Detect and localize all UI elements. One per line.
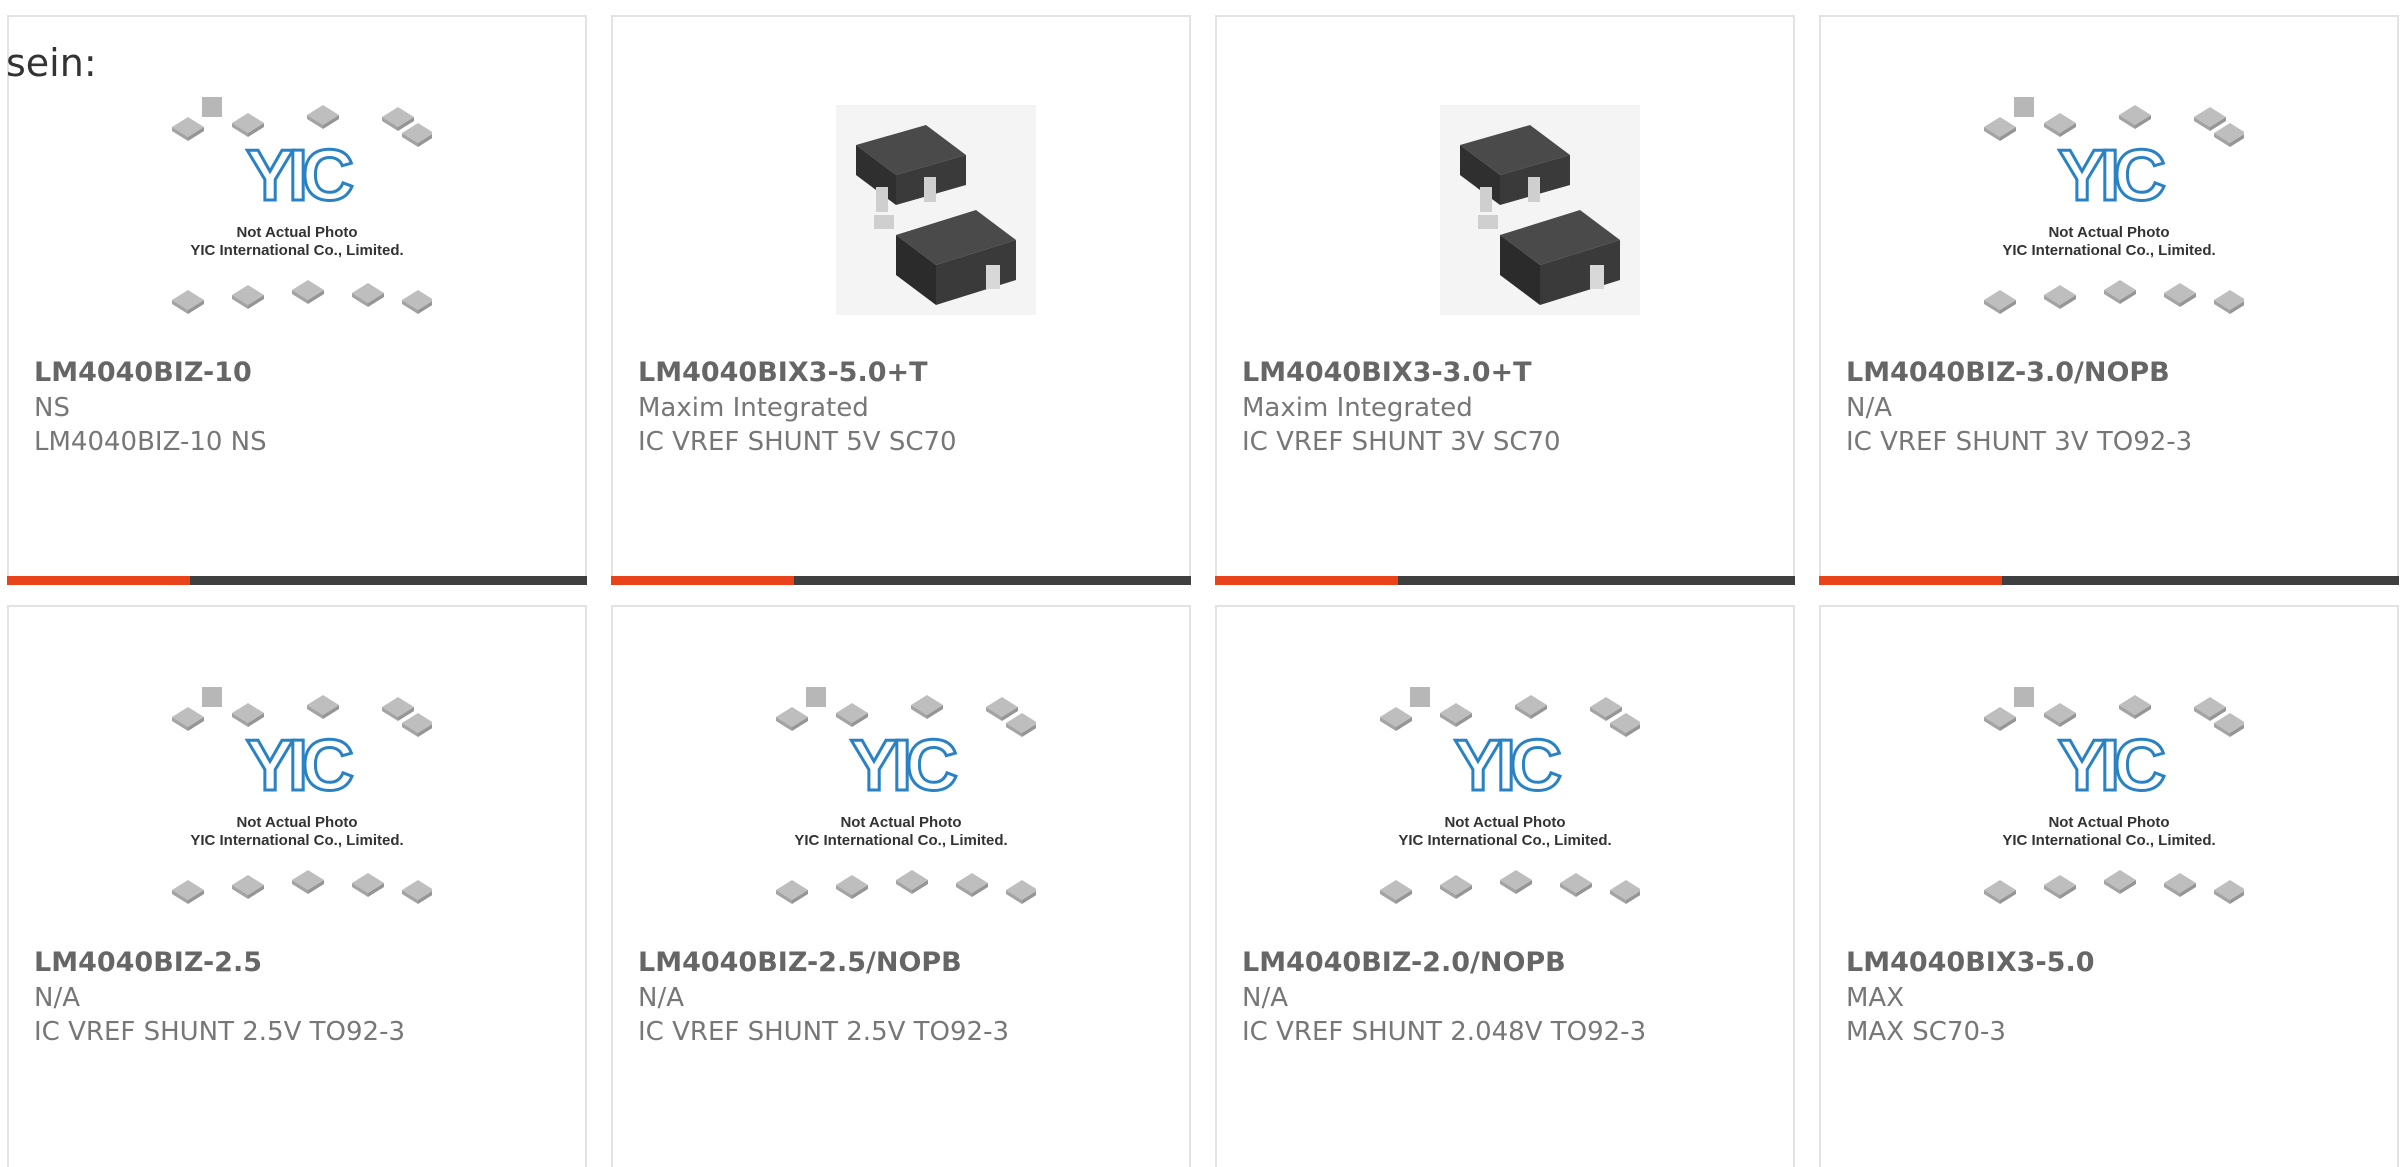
yic-placeholder-image: YIC Not Actual Photo YIC International C… [1974, 95, 2244, 325]
product-card[interactable]: YIC Not Actual Photo YIC International C… [611, 605, 1191, 1167]
yic-placeholder-image: YIC Not Actual Photo YIC International C… [1370, 685, 1640, 915]
svg-text:Not Actual Photo: Not Actual Photo [236, 814, 357, 831]
svg-text:Not Actual Photo: Not Actual Photo [1444, 814, 1565, 831]
part-number[interactable]: LM4040BIZ-2.5/NOPB [638, 947, 962, 979]
placeholder-caption-1: Not Actual Photo [236, 224, 357, 241]
sc70-package-photo [1370, 95, 1640, 325]
manufacturer: NS [34, 393, 70, 423]
manufacturer: N/A [638, 983, 684, 1013]
yic-placeholder-image: YIC Not Actual Photo YIC International C… [162, 95, 432, 325]
svg-text:YIC International Co., Limited: YIC International Co., Limited. [190, 832, 403, 849]
manufacturer: Maxim Integrated [1242, 393, 1473, 423]
yic-placeholder-image: YIC Not Actual Photo YIC International C… [766, 685, 1036, 915]
svg-text:Not Actual Photo: Not Actual Photo [840, 814, 961, 831]
product-card[interactable]: YIC Not Actual Photo YIC International C… [7, 15, 587, 585]
accent-bar [611, 576, 1191, 585]
part-number[interactable]: LM4040BIZ-3.0/NOPB [1846, 357, 2170, 389]
part-number[interactable]: LM4040BIZ-2.0/NOPB [1242, 947, 1566, 979]
manufacturer: N/A [34, 983, 80, 1013]
description: IC VREF SHUNT 3V TO92-3 [1846, 427, 2193, 457]
product-card[interactable]: YIC Not Actual Photo YIC International C… [1819, 605, 2399, 1167]
svg-text:YIC: YIC [2058, 136, 2165, 216]
sc70-package-photo [766, 95, 1036, 325]
svg-text:YIC: YIC [246, 726, 353, 806]
svg-text:YIC: YIC [850, 726, 957, 806]
manufacturer: N/A [1846, 393, 1892, 423]
manufacturer: MAX [1846, 983, 1905, 1013]
part-number[interactable]: LM4040BIZ-10 [34, 357, 252, 389]
accent-bar [7, 576, 587, 585]
product-card[interactable]: YIC Not Actual Photo YIC International C… [1819, 15, 2399, 585]
product-card[interactable]: LM4040BIX3-5.0+T Maxim Integrated IC VRE… [611, 15, 1191, 585]
accent-bar [1819, 576, 2399, 585]
yic-placeholder-image: YIC Not Actual Photo YIC International C… [1974, 685, 2244, 915]
part-number[interactable]: LM4040BIX3-5.0 [1846, 947, 2094, 979]
svg-text:YIC: YIC [246, 136, 353, 216]
part-number[interactable]: LM4040BIZ-2.5 [34, 947, 262, 979]
yic-placeholder-graphic: YIC Not Actual Photo YIC International C… [172, 97, 432, 314]
description: IC VREF SHUNT 2.5V TO92-3 [638, 1017, 1010, 1047]
svg-text:YIC International Co., Limited: YIC International Co., Limited. [2002, 242, 2215, 259]
product-card[interactable]: YIC Not Actual Photo YIC International C… [7, 605, 587, 1167]
description: MAX SC70-3 [1846, 1017, 2006, 1047]
accent-bar [1215, 576, 1795, 585]
svg-text:YIC: YIC [2058, 726, 2165, 806]
description: IC VREF SHUNT 2.5V TO92-3 [34, 1017, 406, 1047]
lead-text: sein: [6, 41, 97, 85]
yic-placeholder-image: YIC Not Actual Photo YIC International C… [162, 685, 432, 915]
svg-text:Not Actual Photo: Not Actual Photo [2048, 814, 2169, 831]
placeholder-caption-2: YIC International Co., Limited. [190, 242, 403, 259]
part-number[interactable]: LM4040BIX3-5.0+T [638, 357, 928, 389]
product-card[interactable]: YIC Not Actual Photo YIC International C… [1215, 605, 1795, 1167]
svg-text:YIC International Co., Limited: YIC International Co., Limited. [794, 832, 1007, 849]
part-number[interactable]: LM4040BIX3-3.0+T [1242, 357, 1532, 389]
svg-text:YIC: YIC [1454, 726, 1561, 806]
product-grid-page: sein: YIC Not Actual Photo YIC Internati… [0, 0, 2400, 1167]
description: IC VREF SHUNT 3V SC70 [1242, 427, 1561, 457]
product-card[interactable]: LM4040BIX3-3.0+T Maxim Integrated IC VRE… [1215, 15, 1795, 585]
svg-text:Not Actual Photo: Not Actual Photo [2048, 224, 2169, 241]
description: IC VREF SHUNT 5V SC70 [638, 427, 957, 457]
svg-text:YIC International Co., Limited: YIC International Co., Limited. [1398, 832, 1611, 849]
manufacturer: N/A [1242, 983, 1288, 1013]
manufacturer: Maxim Integrated [638, 393, 869, 423]
description: IC VREF SHUNT 2.048V TO92-3 [1242, 1017, 1647, 1047]
description: LM4040BIZ-10 NS [34, 427, 267, 457]
svg-text:YIC International Co., Limited: YIC International Co., Limited. [2002, 832, 2215, 849]
